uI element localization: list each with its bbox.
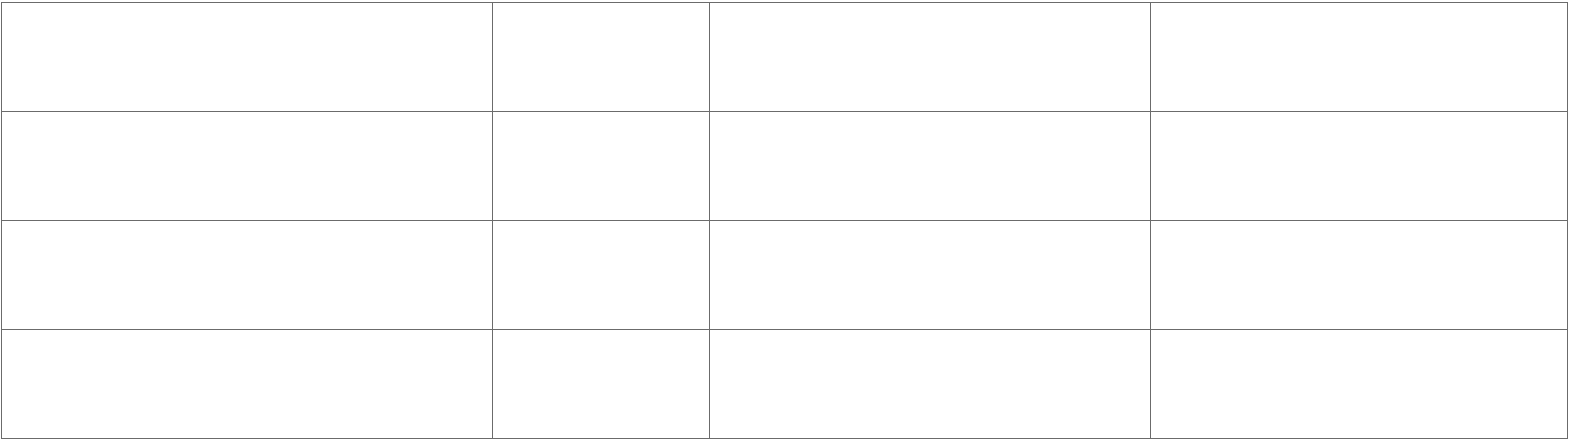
table-cell <box>1150 220 1568 330</box>
table-row <box>1 329 1568 439</box>
table-row <box>1 111 1568 221</box>
table-cell <box>709 2 1151 112</box>
table-cell <box>492 111 710 221</box>
table-cell <box>1 111 493 221</box>
table-row <box>1 2 1568 112</box>
table-row <box>1 220 1568 330</box>
table-cell <box>1150 111 1568 221</box>
table-cell <box>1150 329 1568 439</box>
table-cell <box>1 2 493 112</box>
table-cell <box>1 220 493 330</box>
table-cell <box>492 220 710 330</box>
table-cell <box>709 329 1151 439</box>
table-cell <box>492 2 710 112</box>
table-cell <box>492 329 710 439</box>
table-cell <box>709 111 1151 221</box>
table-cell <box>709 220 1151 330</box>
empty-grid-table <box>1 2 1568 439</box>
table-cell <box>1150 2 1568 112</box>
table-body <box>1 2 1568 439</box>
table-cell <box>1 329 493 439</box>
